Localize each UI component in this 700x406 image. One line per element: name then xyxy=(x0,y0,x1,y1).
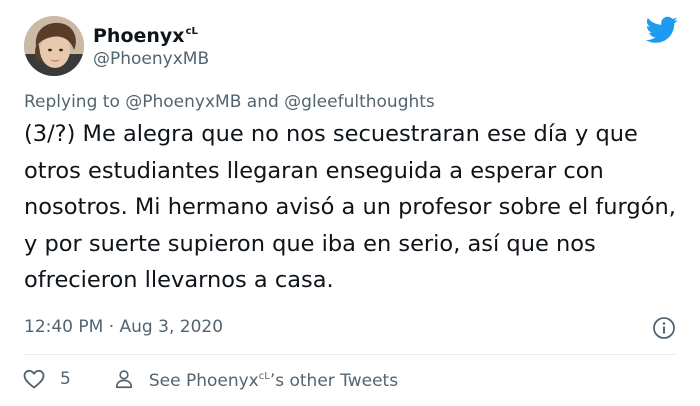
like-count[interactable]: 5 xyxy=(60,368,71,390)
mention-gleefulthoughts[interactable]: @gleefulthoughts xyxy=(284,92,435,112)
twitter-bird-icon[interactable] xyxy=(646,16,678,44)
display-name-text: Phoenyx xyxy=(93,25,185,47)
see-more-suffix: ’s other Tweets xyxy=(269,371,399,391)
info-icon[interactable] xyxy=(652,316,676,340)
tweet-actions: 5 See PhoenyxcL’s other Tweets xyxy=(22,367,398,391)
tweet-text: (3/?) Me alegra que no nos secuestraran … xyxy=(24,121,676,293)
reply-joiner: and xyxy=(246,92,279,112)
avatar-photo xyxy=(24,16,84,76)
author-display-name[interactable]: PhoenyxcL xyxy=(93,20,198,48)
see-other-tweets-link[interactable]: See PhoenyxcL’s other Tweets xyxy=(149,366,398,392)
mention-phoenyxmb[interactable]: @PhoenyxMB xyxy=(125,92,241,112)
divider xyxy=(24,354,676,355)
person-icon[interactable] xyxy=(113,368,135,390)
heart-icon[interactable] xyxy=(22,367,46,391)
reply-context: Replying to @PhoenyxMB and @gleefulthoug… xyxy=(24,90,435,114)
tweet-timestamp[interactable]: 12:40 PM · Aug 3, 2020 xyxy=(24,316,223,338)
avatar[interactable] xyxy=(24,16,84,76)
see-more-prefix: See Phoenyx xyxy=(148,371,259,391)
display-name-superscript: cL xyxy=(185,26,198,37)
reply-prefix: Replying to xyxy=(24,92,120,112)
author-handle[interactable]: @PhoenyxMB xyxy=(93,48,209,70)
see-more-superscript: cL xyxy=(258,371,270,382)
